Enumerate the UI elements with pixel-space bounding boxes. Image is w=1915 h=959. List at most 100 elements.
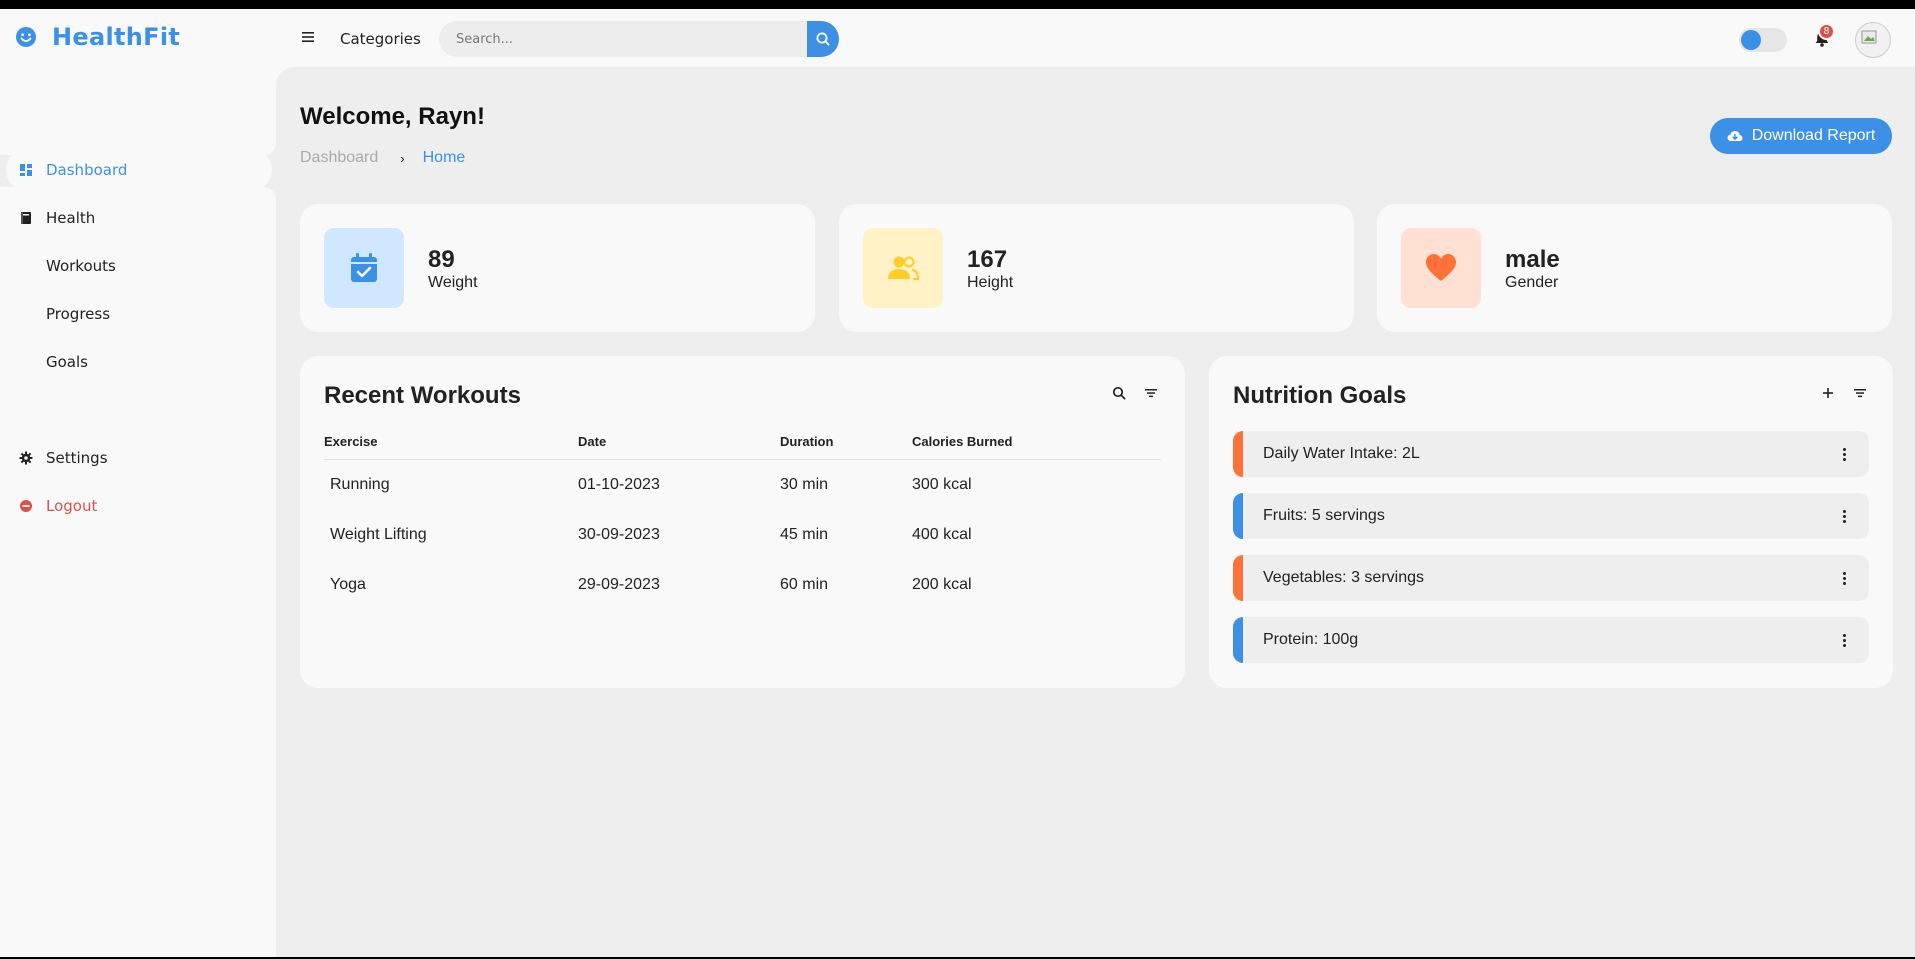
smiley-icon bbox=[16, 27, 36, 47]
menu-icon[interactable] bbox=[300, 29, 316, 45]
brand[interactable]: HealthFit bbox=[14, 23, 180, 51]
page: HealthFit Categories 8 bbox=[0, 9, 1915, 957]
cloud-download-icon bbox=[1727, 131, 1743, 141]
breadcrumb-item[interactable]: Dashboard bbox=[300, 149, 378, 167]
cell-calories: 400 kcal bbox=[912, 525, 972, 543]
goal-text: Vegetables: 3 servings bbox=[1263, 569, 1424, 586]
table-row[interactable]: Weight Lifting 30-09-2023 45 min 400 kca… bbox=[324, 510, 1161, 560]
goal-text: Fruits: 5 servings bbox=[1263, 507, 1385, 524]
sidebar-item-label: Health bbox=[46, 209, 96, 227]
column-header: Calories Burned bbox=[912, 426, 1161, 460]
stat-label: Weight bbox=[428, 274, 478, 291]
heart-icon bbox=[1426, 254, 1456, 281]
sidebar-item-label: Goals bbox=[46, 353, 88, 371]
sidebar-item-label: Dashboard bbox=[46, 161, 128, 179]
sidebar-item-dashboard[interactable]: Dashboard bbox=[6, 149, 272, 191]
recent-workouts-card: Recent Workouts Exercise Date Duration C… bbox=[300, 356, 1185, 688]
sidebar-item-health[interactable]: Health bbox=[6, 197, 272, 239]
column-header: Date bbox=[578, 426, 780, 460]
categories-link[interactable]: Categories bbox=[340, 30, 421, 48]
sidebar: Dashboard Health Workouts Progress Goals bbox=[0, 67, 276, 957]
filter-icon[interactable] bbox=[1144, 386, 1158, 400]
theme-toggle[interactable] bbox=[1739, 28, 1787, 52]
goal-text: Daily Water Intake: 2L bbox=[1263, 445, 1420, 462]
stat-card-height: 167 Height bbox=[839, 204, 1354, 332]
main-content: Welcome, Rayn! Dashboard › Home Download… bbox=[276, 67, 1915, 957]
cell-exercise: Running bbox=[330, 475, 390, 493]
sidebar-item-logout[interactable]: Logout bbox=[6, 485, 272, 527]
table-header-row: Exercise Date Duration Calories Burned bbox=[324, 426, 1161, 460]
sidebar-item-label: Workouts bbox=[46, 257, 116, 275]
goal-item[interactable]: Vegetables: 3 servings bbox=[1233, 555, 1869, 601]
cell-duration: 45 min bbox=[780, 525, 829, 543]
goal-text: Protein: 100g bbox=[1263, 631, 1359, 648]
download-report-label: Download Report bbox=[1751, 127, 1876, 144]
breadcrumb: Dashboard › Home bbox=[300, 149, 465, 167]
cell-exercise: Yoga bbox=[330, 575, 366, 593]
calendar-check-icon bbox=[351, 253, 377, 282]
cell-duration: 60 min bbox=[780, 575, 829, 593]
stat-card-weight: 89 Weight bbox=[300, 204, 815, 332]
filter-icon[interactable] bbox=[1853, 386, 1867, 400]
search-icon[interactable] bbox=[1112, 386, 1126, 400]
cell-date: 29-09-2023 bbox=[578, 575, 660, 593]
dashboard-icon bbox=[6, 163, 46, 177]
broken-image-icon bbox=[1861, 30, 1877, 44]
sidebar-item-label: Logout bbox=[46, 497, 98, 515]
table-row[interactable]: Running 01-10-2023 30 min 300 kcal bbox=[324, 460, 1161, 510]
goal-item[interactable]: Fruits: 5 servings bbox=[1233, 493, 1869, 539]
cell-exercise: Weight Lifting bbox=[330, 525, 427, 543]
card-title: Recent Workouts bbox=[324, 382, 521, 409]
search-input[interactable] bbox=[439, 21, 807, 57]
top-bar: HealthFit Categories 8 bbox=[0, 9, 1915, 67]
card-actions bbox=[1821, 386, 1867, 400]
logout-icon bbox=[6, 499, 46, 513]
avatar[interactable] bbox=[1855, 22, 1891, 58]
search-form bbox=[439, 21, 839, 57]
search-icon bbox=[816, 32, 830, 46]
sidebar-item-label: Settings bbox=[46, 449, 108, 467]
stat-icon-box bbox=[863, 228, 943, 308]
stat-value: 167 bbox=[967, 246, 1008, 273]
search-button[interactable] bbox=[807, 21, 839, 57]
nutrition-goals-card: Nutrition Goals Daily Water Intake: 2L F… bbox=[1209, 356, 1893, 688]
workouts-table: Exercise Date Duration Calories Burned R… bbox=[324, 426, 1161, 610]
sidebar-item-progress[interactable]: Progress bbox=[6, 293, 272, 335]
gear-icon bbox=[6, 451, 46, 465]
cell-calories: 300 kcal bbox=[912, 475, 972, 493]
notification-badge: 8 bbox=[1818, 23, 1835, 40]
stat-label: Gender bbox=[1505, 274, 1559, 291]
stat-card-gender: male Gender bbox=[1377, 204, 1892, 332]
brand-name: HealthFit bbox=[52, 23, 181, 51]
cell-date: 01-10-2023 bbox=[578, 475, 660, 493]
more-vertical-icon[interactable] bbox=[1841, 447, 1847, 461]
more-vertical-icon[interactable] bbox=[1841, 509, 1847, 523]
plus-icon[interactable] bbox=[1821, 386, 1835, 400]
chevron-right-icon: › bbox=[400, 150, 405, 166]
card-actions bbox=[1112, 386, 1158, 400]
stat-icon-box bbox=[324, 228, 404, 308]
cell-date: 30-09-2023 bbox=[578, 525, 660, 543]
card-title: Nutrition Goals bbox=[1233, 382, 1407, 409]
sidebar-item-goals[interactable]: Goals bbox=[6, 341, 272, 383]
breadcrumb-item-active[interactable]: Home bbox=[423, 149, 466, 167]
column-header: Exercise bbox=[324, 426, 578, 460]
goal-item[interactable]: Daily Water Intake: 2L bbox=[1233, 431, 1869, 477]
more-vertical-icon[interactable] bbox=[1841, 571, 1847, 585]
download-report-button[interactable]: Download Report bbox=[1710, 118, 1892, 154]
goal-item[interactable]: Protein: 100g bbox=[1233, 617, 1869, 663]
book-icon bbox=[6, 211, 46, 225]
stat-value: male bbox=[1505, 246, 1560, 273]
sidebar-item-workouts[interactable]: Workouts bbox=[6, 245, 272, 287]
toggle-knob bbox=[1741, 30, 1761, 50]
stat-value: 89 bbox=[428, 246, 455, 273]
sidebar-item-label: Progress bbox=[46, 305, 111, 323]
cell-duration: 30 min bbox=[780, 475, 829, 493]
stat-label: Height bbox=[967, 274, 1014, 291]
cell-calories: 200 kcal bbox=[912, 575, 972, 593]
sidebar-item-settings[interactable]: Settings bbox=[6, 437, 272, 479]
people-icon bbox=[888, 256, 919, 280]
page-title: Welcome, Rayn! bbox=[300, 103, 485, 130]
more-vertical-icon[interactable] bbox=[1841, 633, 1847, 647]
table-row[interactable]: Yoga 29-09-2023 60 min 200 kcal bbox=[324, 560, 1161, 610]
